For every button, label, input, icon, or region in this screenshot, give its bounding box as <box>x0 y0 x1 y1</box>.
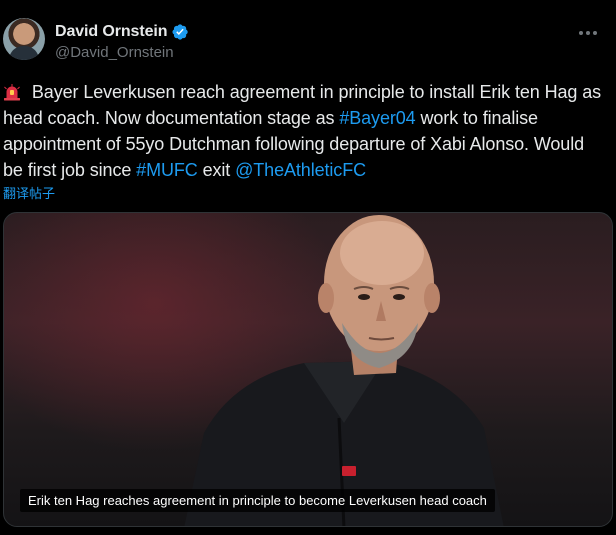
mention-theathleticfc[interactable]: @TheAthleticFC <box>235 160 366 180</box>
erik-ten-hag-photo <box>184 215 504 526</box>
translate-post-link[interactable]: 翻译帖子 <box>3 183 55 202</box>
author-avatar[interactable] <box>3 18 45 60</box>
avatar-shirt <box>9 46 39 60</box>
tweet-media-image[interactable]: Erik ten Hag reaches agreement in princi… <box>3 212 613 527</box>
author-display-name[interactable]: David Ornstein <box>55 23 168 41</box>
author-name-row: David Ornstein <box>55 22 189 42</box>
verified-badge-icon <box>172 24 189 40</box>
author-handle[interactable]: @David_Ornstein <box>55 44 174 61</box>
hashtag-mufc[interactable]: #MUFC <box>136 160 198 180</box>
tweet-text: Bayer Leverkusen reach agreement in prin… <box>3 79 608 183</box>
tweet-card: David Ornstein @David_Ornstein Bayer Lev… <box>0 0 616 535</box>
siren-emoji-icon <box>4 84 20 101</box>
more-options-icon[interactable] <box>577 22 599 44</box>
hashtag-bayer04[interactable]: #Bayer04 <box>339 108 415 128</box>
tweet-header: David Ornstein @David_Ornstein <box>3 18 613 68</box>
media-caption: Erik ten Hag reaches agreement in princi… <box>20 489 495 512</box>
tweet-text-part3: exit <box>197 160 236 180</box>
